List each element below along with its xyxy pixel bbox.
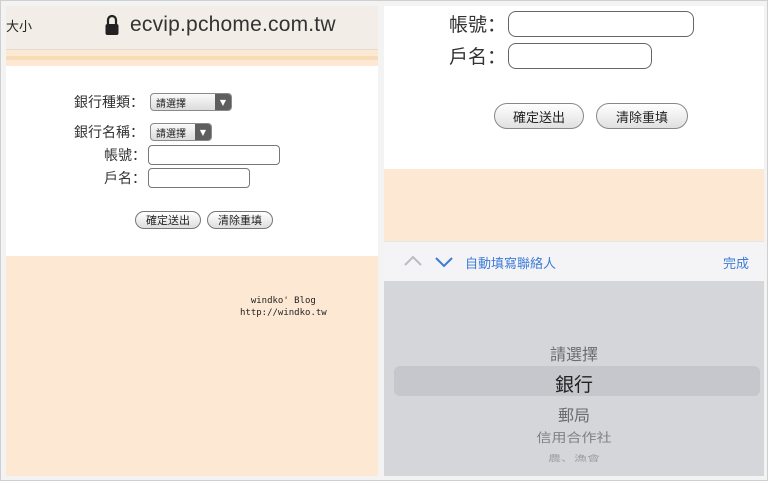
lock-icon <box>105 14 119 35</box>
picker-option[interactable]: 農、漁會 <box>384 452 764 463</box>
bank-type-label: 銀行種類： <box>74 95 144 111</box>
picker-option[interactable]: 信用合作社 <box>384 429 764 447</box>
account-name-label-zoomed: 戶名： <box>449 46 507 68</box>
account-row: 帳號： <box>104 145 280 165</box>
account-label-zoomed: 帳號： <box>449 14 507 36</box>
account-name-input-zoomed[interactable] <box>508 42 653 69</box>
account-name-row-zoomed: 戶名： <box>449 42 653 69</box>
page-background <box>384 169 764 241</box>
url-text[interactable]: ecvip.pchome.com.tw <box>130 13 336 37</box>
bank-form: 銀行種類： 請選擇 ▼ 銀行名稱： 請選擇 ▼ 帳號： 戶名： 確定送出 清除重… <box>6 66 378 256</box>
watermark: windko' Blog http://windko.tw <box>240 295 327 319</box>
account-name-row: 戶名： <box>104 168 250 188</box>
bank-name-select[interactable]: 請選擇 ▼ <box>150 123 212 141</box>
autofill-contact-button[interactable]: 自動填寫聯絡人 <box>465 253 556 272</box>
picker-option[interactable]: 請選擇 <box>384 341 764 365</box>
done-button[interactable]: 完成 <box>723 253 749 272</box>
bank-name-label: 銀行名稱： <box>74 125 144 141</box>
picker-option[interactable]: 郵局 <box>384 402 764 426</box>
watermark-url: http://windko.tw <box>240 308 327 318</box>
screenshot-frame: 大小 ecvip.pchome.com.tw 銀行種類： 請選擇 ▼ 銀行名稱：… <box>0 0 768 481</box>
chevron-down-icon: ▼ <box>195 124 211 140</box>
text-size-button[interactable]: 大小 <box>6 16 32 35</box>
bank-type-select[interactable]: 請選擇 ▼ <box>150 93 232 111</box>
account-input[interactable] <box>148 145 280 165</box>
account-name-input[interactable] <box>148 168 250 188</box>
bank-type-value: 請選擇 <box>156 98 186 110</box>
divider <box>6 56 378 60</box>
option-picker[interactable]: 請選擇 銀行 郵局 信用合作社 農、漁會 <box>384 281 764 476</box>
keyboard-toolbar: 自動填寫聯絡人 完成 <box>384 241 764 281</box>
bank-name-value: 請選擇 <box>156 128 186 140</box>
picker-option-selected[interactable]: 銀行 <box>384 370 764 397</box>
account-row-zoomed: 帳號： <box>449 10 695 37</box>
submit-button[interactable]: 確定送出 <box>135 211 201 229</box>
chevron-down-icon: ▼ <box>215 94 231 110</box>
submit-button-zoomed[interactable]: 確定送出 <box>494 103 584 129</box>
account-input-zoomed[interactable] <box>508 10 695 37</box>
chevron-down-icon[interactable] <box>433 250 455 272</box>
watermark-title: windko' Blog <box>250 296 316 306</box>
right-panel: 帳號： 戶名： 確定送出 清除重填 自動填寫聯絡人 完成 請選擇 銀行 郵局 信… <box>384 6 764 476</box>
bank-name-row: 銀行名稱： 請選擇 ▼ <box>74 122 212 142</box>
account-label: 帳號： <box>104 148 146 164</box>
account-name-label: 戶名： <box>104 171 146 187</box>
address-bar[interactable]: 大小 ecvip.pchome.com.tw <box>6 6 378 50</box>
reset-button[interactable]: 清除重填 <box>207 211 273 229</box>
bank-type-row: 銀行種類： 請選擇 ▼ <box>74 92 232 112</box>
left-panel: 大小 ecvip.pchome.com.tw 銀行種類： 請選擇 ▼ 銀行名稱：… <box>6 6 378 476</box>
chevron-up-icon[interactable] <box>402 250 424 272</box>
reset-button-zoomed[interactable]: 清除重填 <box>596 103 688 129</box>
